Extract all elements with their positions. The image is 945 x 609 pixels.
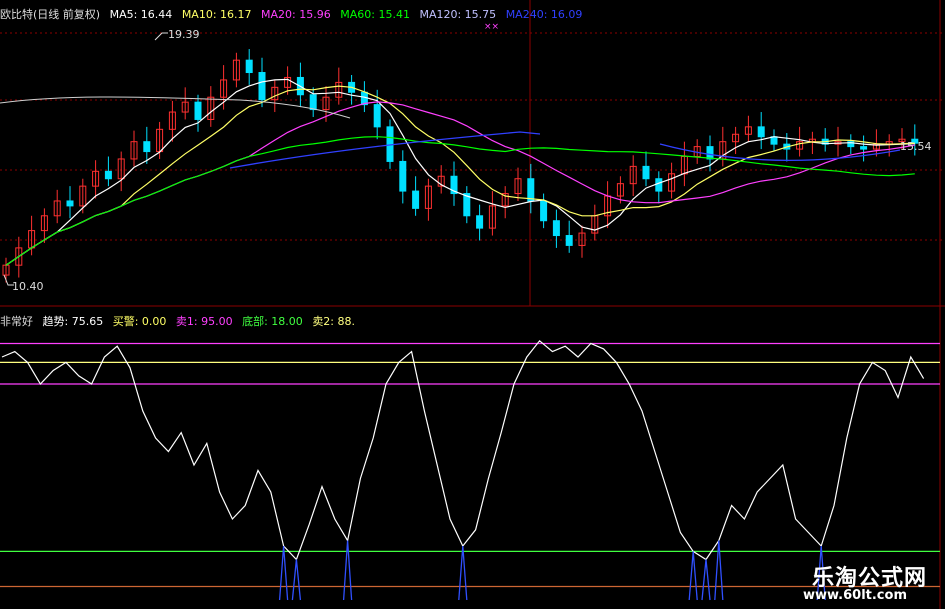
ma10-label: MA10: 16.17 (181, 8, 252, 21)
candle-body (386, 126, 394, 162)
buy-alert-label: 买警: 0.00 (112, 315, 167, 328)
indicator-header: 非常好 趋势: 75.65 买警: 0.00 卖1: 95.00 底部: 18.… (0, 313, 361, 329)
candle-body (66, 200, 74, 207)
buy-alert-spike (701, 559, 711, 601)
candle-body (194, 101, 202, 120)
high-pointer (154, 32, 168, 41)
candle-body (642, 165, 650, 180)
bottom-label: 底部: 18.00 (242, 315, 303, 328)
stock-title: 欧比特(日线 前复权) (0, 8, 101, 21)
sell2-label: 卖2: 88. (312, 315, 356, 328)
buy-alert-spike (714, 540, 724, 601)
ma20-label: MA20: 15.96 (261, 8, 331, 21)
candle-body (104, 170, 112, 180)
candle-body (412, 190, 420, 209)
high-label: 19.39 (168, 28, 200, 41)
main-header: 欧比特(日线 前复权) MA5: 16.44 MA10: 16.17 MA20:… (0, 6, 588, 22)
candle-body (540, 200, 548, 222)
ma20-line (5, 101, 915, 266)
buy-alert-spike (458, 545, 468, 601)
indicator-name: 非常好 (0, 315, 33, 328)
buy-alert-spike (688, 551, 698, 601)
watermark-url: www.60lt.com (802, 588, 907, 603)
indicator-panel (0, 339, 940, 601)
ma240-label: MA240: 16.09 (505, 8, 583, 21)
candle-body (143, 141, 151, 153)
candle-body (552, 220, 560, 237)
candle-body (860, 146, 868, 150)
candle-body (309, 94, 317, 111)
sell1-label: 卖1: 95.00 (175, 315, 233, 328)
trend-line (1, 339, 925, 561)
ma10-line (5, 85, 915, 266)
ma5-line (5, 78, 915, 266)
moving-averages (0, 78, 915, 266)
low-label: 10.40 (12, 280, 44, 293)
cross-marker: ×× (484, 22, 500, 32)
last-price-label: 15.54 (900, 140, 932, 153)
buy-alert-spike (342, 540, 353, 601)
ma60-line (5, 136, 915, 266)
candle-body (527, 178, 535, 202)
ma120-label: MA120: 15.75 (419, 8, 497, 21)
candle-body (476, 215, 484, 229)
candle-body (770, 136, 778, 145)
candle-body (565, 235, 573, 246)
candle-body (706, 146, 714, 160)
ma5-label: MA5: 16.44 (109, 8, 173, 21)
candle-body (757, 126, 765, 138)
trend-label: 趋势: 75.65 (42, 315, 104, 328)
candle-body (245, 59, 253, 74)
buy-alert-spike (291, 559, 302, 601)
stock-chart (0, 0, 945, 609)
ma60-label: MA60: 15.41 (340, 8, 410, 21)
buy-alert-spike (278, 545, 289, 601)
candle-body (399, 160, 407, 192)
candle-body (655, 178, 663, 192)
candle-body (258, 72, 266, 101)
grid-lines (0, 0, 945, 609)
candle-body (373, 104, 381, 128)
